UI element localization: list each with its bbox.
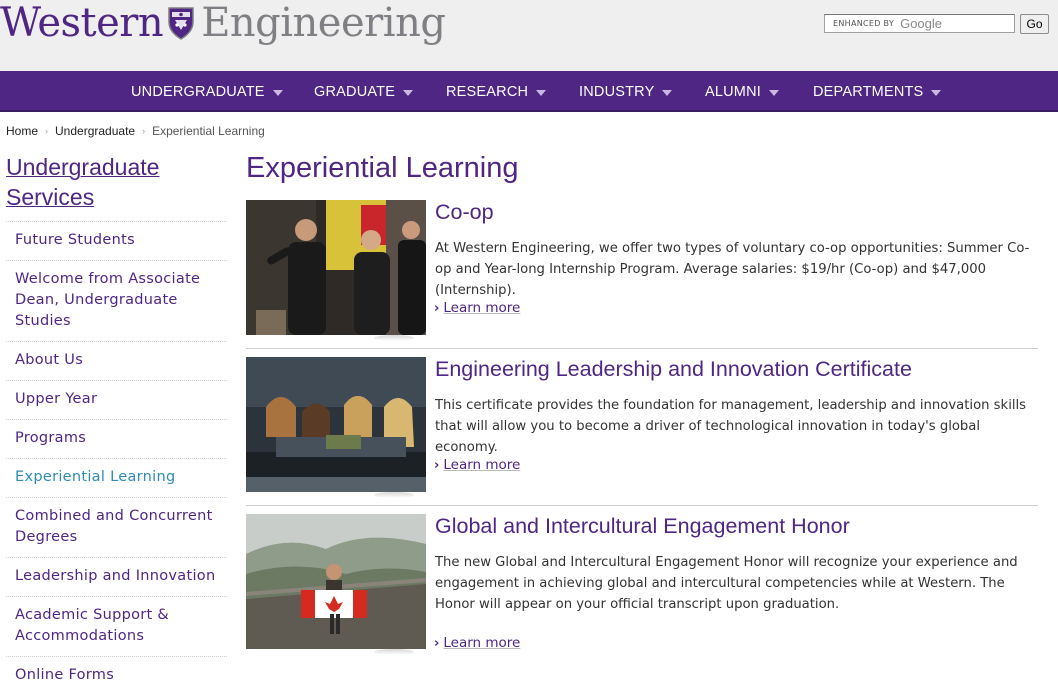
card-text-global: The new Global and Intercultural Engagem…: [435, 555, 1018, 612]
divider: [246, 348, 1038, 349]
search-provider-label: Google: [900, 16, 943, 31]
breadcrumb-current: Experiential Learning: [152, 124, 265, 138]
divider: [246, 505, 1038, 506]
sidebar-item-leadership-innovation[interactable]: Leadership and Innovation: [6, 557, 227, 596]
nav-item-industry[interactable]: INDUSTRY: [579, 71, 673, 112]
coop-photo-image: [246, 200, 426, 335]
caret-down-icon: [931, 89, 942, 96]
site-header: Western Engineering ENHANCED BY Google G…: [0, 0, 1058, 71]
chevron-right-icon: ›: [434, 635, 440, 651]
nav-item-label: RESEARCH: [446, 83, 529, 100]
card-global-engagement: Global and Intercultural Engagement Hono…: [246, 514, 1038, 655]
learn-more-label: Learn more: [443, 457, 521, 473]
leadership-photo-image: [246, 357, 426, 492]
search-enhanced-label: ENHANCED BY: [833, 19, 895, 28]
learn-more-label: Learn more: [443, 300, 521, 316]
sidebar-item-experiential-learning[interactable]: Experiential Learning: [6, 458, 227, 497]
caret-down-icon: [272, 89, 283, 96]
card-title-coop[interactable]: Co-op: [435, 200, 494, 225]
sidebar-item-about-us[interactable]: About Us: [6, 341, 227, 380]
sidebar-item-upper-year[interactable]: Upper Year: [6, 380, 227, 419]
leadership-photo[interactable]: [246, 357, 426, 492]
photo-shadow: [374, 492, 414, 498]
learn-more-link-global[interactable]: › Learn more: [434, 635, 520, 651]
nav-item-departments[interactable]: DEPARTMENTS: [813, 71, 942, 112]
nav-item-label: GRADUATE: [314, 83, 396, 100]
chevron-right-icon: ›: [45, 126, 49, 136]
learn-more-link-coop[interactable]: › Learn more: [434, 300, 520, 316]
sidebar-nav: Future Students Welcome from Associate D…: [6, 221, 227, 695]
caret-down-icon: [403, 89, 414, 96]
sidebar-item-academic-support[interactable]: Academic Support & Accommodations: [6, 596, 227, 656]
card-text-coop: At Western Engineering, we offer two typ…: [435, 241, 1030, 298]
caret-down-icon: [662, 89, 673, 96]
sidebar-item-future-students[interactable]: Future Students: [6, 221, 227, 260]
nav-item-graduate[interactable]: GRADUATE: [314, 71, 414, 112]
site-logo[interactable]: Western Engineering: [0, 0, 446, 48]
crest-icon: [168, 7, 194, 40]
breadcrumb-undergraduate[interactable]: Undergraduate: [55, 124, 135, 138]
photo-shadow: [374, 649, 414, 655]
global-engagement-photo-image: [246, 514, 426, 649]
logo-engineering-text: Engineering: [201, 0, 446, 46]
learn-more-link-leadership[interactable]: › Learn more: [434, 457, 520, 473]
card-coop: Co-op At Western Engineering, we offer t…: [246, 200, 1038, 341]
card-title-leadership[interactable]: Engineering Leadership and Innovation Ce…: [435, 357, 912, 382]
sidebar-item-programs[interactable]: Programs: [6, 419, 227, 458]
search-go-button[interactable]: Go: [1020, 14, 1049, 34]
card-title-global[interactable]: Global and Intercultural Engagement Hono…: [435, 514, 850, 539]
card-text-leadership: This certificate provides the foundation…: [435, 398, 1027, 455]
breadcrumb-home[interactable]: Home: [6, 124, 38, 138]
chevron-right-icon: ›: [434, 300, 440, 316]
sidebar-title[interactable]: Undergraduate Services: [6, 152, 206, 212]
nav-item-label: UNDERGRADUATE: [131, 83, 265, 100]
nav-item-label: ALUMNI: [705, 83, 761, 100]
chevron-right-icon: ›: [434, 457, 440, 473]
sidebar-item-online-forms[interactable]: Online Forms: [6, 656, 227, 695]
caret-down-icon: [769, 89, 779, 96]
search-input[interactable]: ENHANCED BY Google: [824, 14, 1015, 33]
global-engagement-photo[interactable]: [246, 514, 426, 649]
caret-down-icon: [536, 89, 547, 96]
photo-shadow: [374, 335, 414, 341]
sidebar-item-combined-degrees[interactable]: Combined and Concurrent Degrees: [6, 497, 227, 557]
sidebar-item-welcome-associate-dean[interactable]: Welcome from Associate Dean, Undergradua…: [6, 260, 227, 341]
learn-more-label: Learn more: [443, 635, 521, 651]
nav-item-alumni[interactable]: ALUMNI: [705, 71, 779, 112]
breadcrumb: Home › Undergraduate › Experiential Lear…: [6, 124, 265, 138]
coop-photo[interactable]: [246, 200, 426, 335]
nav-item-research[interactable]: RESEARCH: [446, 71, 547, 112]
card-leadership-certificate: Engineering Leadership and Innovation Ce…: [246, 357, 1038, 498]
main-nav: UNDERGRADUATE GRADUATE RESEARCH INDUSTRY…: [0, 71, 1058, 112]
page-title: Experiential Learning: [246, 152, 519, 184]
chevron-right-icon: ›: [142, 126, 146, 136]
nav-item-label: DEPARTMENTS: [813, 83, 924, 100]
logo-western-text: Western: [0, 0, 164, 46]
nav-item-undergraduate[interactable]: UNDERGRADUATE: [131, 71, 283, 112]
nav-item-label: INDUSTRY: [579, 83, 655, 100]
